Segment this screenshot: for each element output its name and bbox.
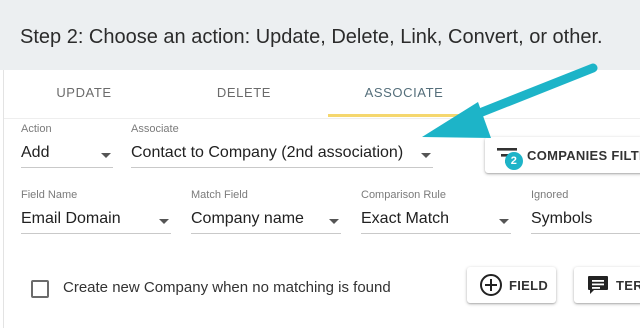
chevron-down-icon xyxy=(421,153,431,158)
companies-filters-label: COMPANIES FILTE xyxy=(527,148,640,163)
action-tabs: UPDATE DELETE ASSOCIATE xyxy=(4,70,640,119)
create-company-checkbox[interactable] xyxy=(31,280,49,298)
associate-value: Contact to Company (2nd association) xyxy=(131,144,404,161)
comment-icon xyxy=(588,276,608,294)
chevron-down-icon xyxy=(159,219,169,224)
ignored-select[interactable]: Symbols xyxy=(531,210,640,234)
field-name-select[interactable]: Email Domain xyxy=(21,210,171,234)
tab-delete[interactable]: DELETE xyxy=(174,70,314,116)
ignored-value: Symbols xyxy=(531,210,593,227)
chevron-down-icon xyxy=(101,153,111,158)
comparison-rule-value: Exact Match xyxy=(361,210,450,227)
ignored-label: Ignored xyxy=(531,189,569,201)
step-header: Step 2: Choose an action: Update, Delete… xyxy=(0,0,640,70)
filter-count-badge: 2 xyxy=(505,152,523,170)
match-field-value: Company name xyxy=(191,210,304,227)
chevron-down-icon xyxy=(499,219,509,224)
add-term-button[interactable]: TER xyxy=(574,267,640,303)
tab-associate[interactable]: ASSOCIATE xyxy=(328,70,480,117)
field-name-value: Email Domain xyxy=(21,210,121,227)
tab-update[interactable]: UPDATE xyxy=(14,70,154,116)
comparison-rule-select[interactable]: Exact Match xyxy=(361,210,511,234)
field-name-label: Field Name xyxy=(21,189,78,201)
match-field-label: Match Field xyxy=(191,189,248,201)
action-label: Action xyxy=(21,123,52,135)
add-field-label: FIELD xyxy=(509,278,549,293)
action-value: Add xyxy=(21,144,50,161)
step-title: Step 2: Choose an action: Update, Delete… xyxy=(20,26,603,48)
chevron-down-icon xyxy=(329,219,339,224)
create-company-label: Create new Company when no matching is f… xyxy=(63,279,391,296)
add-field-button[interactable]: FIELD xyxy=(467,267,556,303)
add-term-label: TER xyxy=(616,278,640,293)
associate-label: Associate xyxy=(131,123,179,135)
plus-circle-icon xyxy=(480,274,502,296)
companies-filters-button[interactable]: 2 COMPANIES FILTE xyxy=(485,137,640,173)
action-select[interactable]: Add xyxy=(21,144,113,168)
match-field-select[interactable]: Company name xyxy=(191,210,341,234)
comparison-rule-label: Comparison Rule xyxy=(361,189,446,201)
associate-select[interactable]: Contact to Company (2nd association) xyxy=(131,144,433,168)
